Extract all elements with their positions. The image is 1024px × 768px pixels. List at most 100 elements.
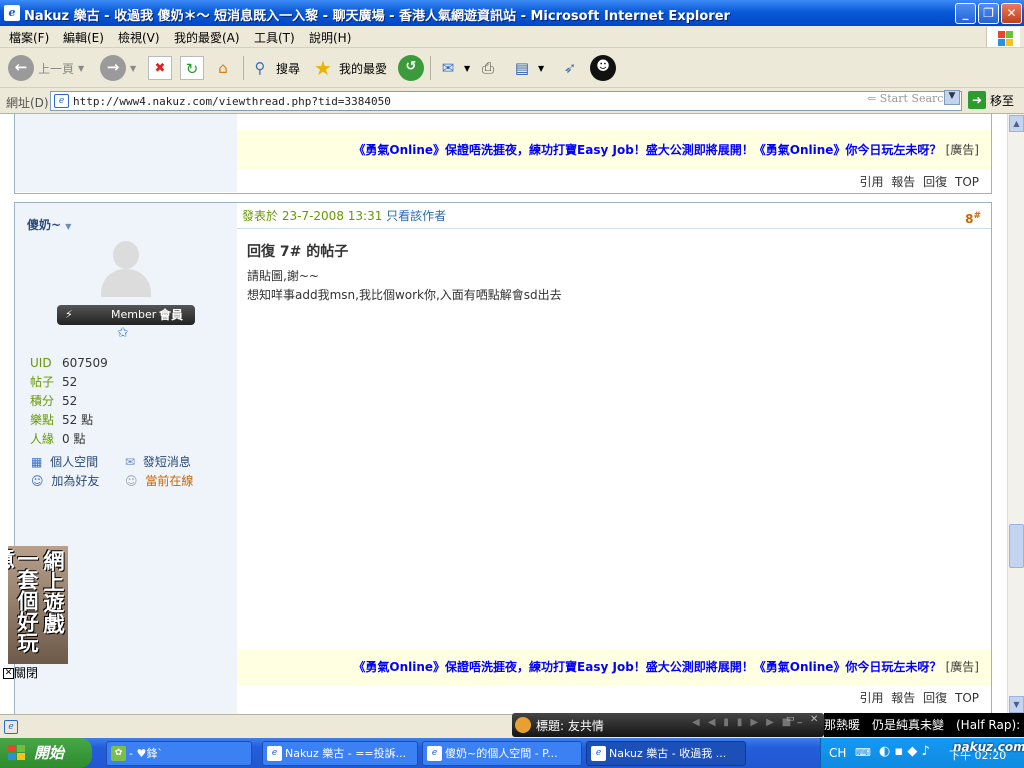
keyboard-icon[interactable]: ⌨ xyxy=(855,746,871,759)
mail-button[interactable]: ✉ ▼ xyxy=(436,54,470,82)
mail-icon: ✉ xyxy=(441,59,455,77)
search-button[interactable]: ⚲ 搜尋 xyxy=(248,54,301,82)
floating-ad-text: 網上遊戲 xyxy=(41,550,65,634)
media-title: 標題: 友共情 xyxy=(536,719,604,733)
post-actions: 引用 報告 回復 TOP xyxy=(237,687,991,709)
menu-favorites[interactable]: 我的最愛(A) xyxy=(174,29,240,46)
post-line: 想知咩事add我msn,我比個work你,入面有哂點解會sd出去 xyxy=(247,288,562,302)
ad-banner-bottom[interactable]: 《勇氣Online》保證唔洗捱夜，練功打寶Easy Job！盛大公測即將展開！《… xyxy=(237,649,991,685)
history-icon: ↺ xyxy=(398,55,424,81)
stat-popularity: 人緣 0 點 xyxy=(30,432,86,446)
favorites-button[interactable]: ★ 我的最愛 xyxy=(311,54,387,82)
menu-tools[interactable]: 工具(T) xyxy=(254,29,295,46)
quote-link[interactable]: 引用 xyxy=(859,175,883,189)
taskbar: 開始 ✿ - ♥鋒` e Nakuz 樂古 - ==投訴... e 傻奶~的個人… xyxy=(0,738,1024,768)
vertical-scrollbar[interactable]: ▲ ▼ xyxy=(1007,114,1024,714)
post-line: 請貼圖,謝~~ xyxy=(247,269,319,283)
ad-text[interactable]: 《勇氣Online》保證唔洗捱夜，練功打寶Easy Job！盛大公測即將展開！《… xyxy=(353,660,941,674)
go-label: 移至 xyxy=(990,93,1015,108)
add-friend-link[interactable]: ☺ 加為好友 xyxy=(31,472,99,491)
menu-help[interactable]: 說明(H) xyxy=(309,29,351,46)
report-link[interactable]: 報告 xyxy=(891,691,915,705)
stat-credits: 積分 52 xyxy=(30,394,78,408)
home-button[interactable]: ⌂ xyxy=(211,54,235,82)
task-ie-complaint[interactable]: e Nakuz 樂古 - ==投訴... xyxy=(262,741,418,766)
menu-edit[interactable]: 編輯(E) xyxy=(63,29,104,46)
menu-file[interactable]: 檔案(F) xyxy=(9,29,49,46)
ad-banner[interactable]: 《勇氣Online》保證唔洗捱夜，練功打寶Easy Job！盛大公測即將展開！《… xyxy=(237,130,991,170)
member-badge: ⚡ Member 會員 xyxy=(57,305,195,325)
history-button[interactable]: ↺ xyxy=(398,54,424,82)
reply-link[interactable]: 回復 xyxy=(923,175,947,189)
post-title: 回復 7# 的帖子 xyxy=(247,244,349,260)
close-button[interactable]: ✕ xyxy=(1001,3,1022,24)
only-author-link[interactable]: 只看該作者 xyxy=(386,209,446,223)
chevron-down-icon: ▼ xyxy=(130,63,137,73)
refresh-icon: ↻ xyxy=(180,56,204,80)
forward-button[interactable]: → ▼ xyxy=(100,54,136,82)
minimize-button[interactable]: _ xyxy=(955,3,976,24)
close-ad-button[interactable]: ✕ 關閉 xyxy=(3,664,38,681)
star-icon: ★ xyxy=(314,56,332,80)
refresh-button[interactable]: ↻ xyxy=(180,54,204,82)
stat-posts: 帖子 52 xyxy=(30,375,78,389)
close-player-icon[interactable]: ✕ xyxy=(810,714,818,725)
address-input[interactable]: e http://www4.nakuz.com/viewthread.php?t… xyxy=(50,91,962,111)
username-menu[interactable]: 傻奶~ ▼ xyxy=(27,216,71,233)
start-button[interactable]: 開始 xyxy=(0,738,92,768)
media-controls[interactable]: ◀◀▮▮▶▶■ xyxy=(692,717,799,728)
task-messenger[interactable]: ✿ - ♥鋒` xyxy=(106,741,252,766)
window-title-bar[interactable]: e Nakuz 樂古 - 收過我 傻奶＊～ 短消息既入一入黎 - 聊天廣場 - … xyxy=(0,0,1024,26)
avatar[interactable] xyxy=(95,239,157,299)
tray-icons[interactable]: ◐ ▪ ◆ ♪ xyxy=(879,744,930,759)
user-stats: UID 607509 帖子 52 積分 52 樂點 52 點 人緣 0 點 xyxy=(30,354,108,449)
floating-ad[interactable]: 網上遊戲 一套個好玩意 xyxy=(8,546,68,664)
report-link[interactable]: 報告 xyxy=(891,175,915,189)
start-search-hint[interactable]: ⇐ Start Search xyxy=(867,92,951,105)
chevron-down-icon: ▼ xyxy=(464,63,471,73)
back-button[interactable]: ← 上一頁 ▼ xyxy=(8,54,84,82)
page-status-icon: e xyxy=(4,720,18,734)
windows-logo-icon xyxy=(8,745,26,761)
back-arrow-icon: ← xyxy=(8,55,34,81)
ie-icon: e xyxy=(267,746,282,761)
ad-tag: [廣告] xyxy=(945,660,979,674)
menu-view[interactable]: 檢視(V) xyxy=(118,29,160,46)
member-rank: 會員 xyxy=(159,308,184,322)
address-label: 網址(D) xyxy=(6,96,49,110)
post-body: 請貼圖,謝~~ 想知咩事add我msn,我比個work你,入面有哂點解會sd出去 xyxy=(247,267,562,305)
edit-button[interactable]: ▤ ▼ xyxy=(510,54,544,82)
stop-button[interactable]: ✖ xyxy=(148,54,172,82)
post-floor[interactable]: 8# xyxy=(965,203,981,232)
reply-link[interactable]: 回復 xyxy=(923,691,947,705)
messenger-button[interactable]: ➶ xyxy=(558,54,582,82)
task-ie-profile[interactable]: e 傻奶~的個人空間 - P... xyxy=(422,741,582,766)
send-pm-link[interactable]: ✉ 發短消息 xyxy=(125,453,191,472)
scroll-up-button[interactable]: ▲ xyxy=(1009,115,1024,132)
language-indicator[interactable]: CH xyxy=(829,746,846,760)
messenger-icon: ✿ xyxy=(111,746,126,761)
minimize-player-icon[interactable]: ▭ _ xyxy=(786,714,802,724)
post-actions: 引用 報告 回復 TOP xyxy=(237,172,991,192)
chevron-down-icon: ▼ xyxy=(65,222,72,231)
go-button[interactable]: ➜ 移至 xyxy=(968,91,1014,109)
top-link[interactable]: TOP xyxy=(955,691,979,705)
back-label: 上一頁 xyxy=(38,61,75,76)
address-dropdown[interactable]: ▼ xyxy=(944,90,960,105)
scroll-thumb[interactable] xyxy=(1009,524,1024,568)
qq-button[interactable]: ☻ xyxy=(590,54,616,82)
ie-icon: e xyxy=(591,746,606,761)
previous-post-sidebar xyxy=(15,114,237,192)
quote-link[interactable]: 引用 xyxy=(859,691,883,705)
username[interactable]: 傻奶~ xyxy=(27,218,61,232)
maximize-button[interactable]: ❐ xyxy=(978,3,999,24)
page-content: 《勇氣Online》保證唔洗捱夜，練功打寶Easy Job！盛大公測即將展開！《… xyxy=(0,114,1007,714)
top-link[interactable]: TOP xyxy=(955,175,979,189)
user-space-link[interactable]: ▦ 個人空間 xyxy=(31,453,98,472)
messenger-icon: ➶ xyxy=(563,59,577,77)
ad-text[interactable]: 《勇氣Online》保證唔洗捱夜，練功打寶Easy Job！盛大公測即將展開！《… xyxy=(353,143,941,157)
task-ie-current[interactable]: e Nakuz 樂古 - 收過我 ... xyxy=(586,741,746,766)
print-button[interactable]: ⎙ xyxy=(476,54,500,82)
player-icon xyxy=(515,717,531,733)
scroll-down-button[interactable]: ▼ xyxy=(1009,696,1024,713)
